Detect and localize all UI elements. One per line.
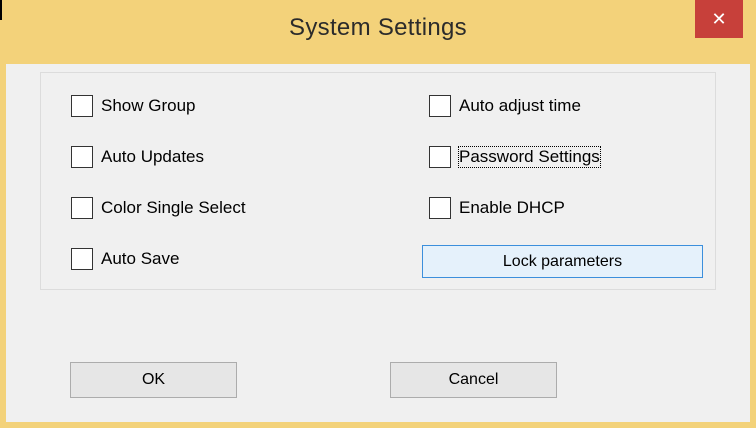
checkbox-label: Color Single Select xyxy=(101,198,246,217)
checkbox-label: Password Settings xyxy=(458,146,601,168)
checkbox-label: Show Group xyxy=(101,96,196,115)
checkbox-box[interactable] xyxy=(429,95,451,117)
checkbox-label: Auto Updates xyxy=(101,147,205,166)
settings-dialog: System Settings ✕ Show Group Auto Update… xyxy=(0,0,756,428)
checkbox-label: Enable DHCP xyxy=(459,198,565,217)
ok-button[interactable]: OK xyxy=(70,362,237,398)
checkbox-label: Auto Save xyxy=(101,249,180,268)
show-group-checkbox[interactable]: Show Group xyxy=(71,93,196,119)
checkbox-box[interactable] xyxy=(429,197,451,219)
dialog-title: System Settings xyxy=(289,14,467,41)
title-bar[interactable]: System Settings ✕ xyxy=(6,0,750,64)
settings-group: Show Group Auto Updates Color Single Sel… xyxy=(40,72,716,290)
checkbox-box[interactable] xyxy=(71,95,93,117)
checkbox-box[interactable] xyxy=(71,248,93,270)
dialog-body: Show Group Auto Updates Color Single Sel… xyxy=(6,64,750,422)
checkbox-label: Auto adjust time xyxy=(459,96,581,115)
cancel-button[interactable]: Cancel xyxy=(390,362,557,398)
window-edge xyxy=(0,0,2,20)
close-button[interactable]: ✕ xyxy=(695,0,743,38)
enable-dhcp-checkbox[interactable]: Enable DHCP xyxy=(429,195,565,221)
close-icon: ✕ xyxy=(711,9,727,29)
checkbox-box[interactable] xyxy=(71,146,93,168)
checkbox-box[interactable] xyxy=(71,197,93,219)
auto-updates-checkbox[interactable]: Auto Updates xyxy=(71,144,204,170)
auto-save-checkbox[interactable]: Auto Save xyxy=(71,246,179,272)
password-settings-checkbox[interactable]: Password Settings xyxy=(429,144,601,170)
color-single-select-checkbox[interactable]: Color Single Select xyxy=(71,195,246,221)
checkbox-box[interactable] xyxy=(429,146,451,168)
lock-parameters-button[interactable]: Lock parameters xyxy=(422,245,703,278)
auto-adjust-time-checkbox[interactable]: Auto adjust time xyxy=(429,93,581,119)
